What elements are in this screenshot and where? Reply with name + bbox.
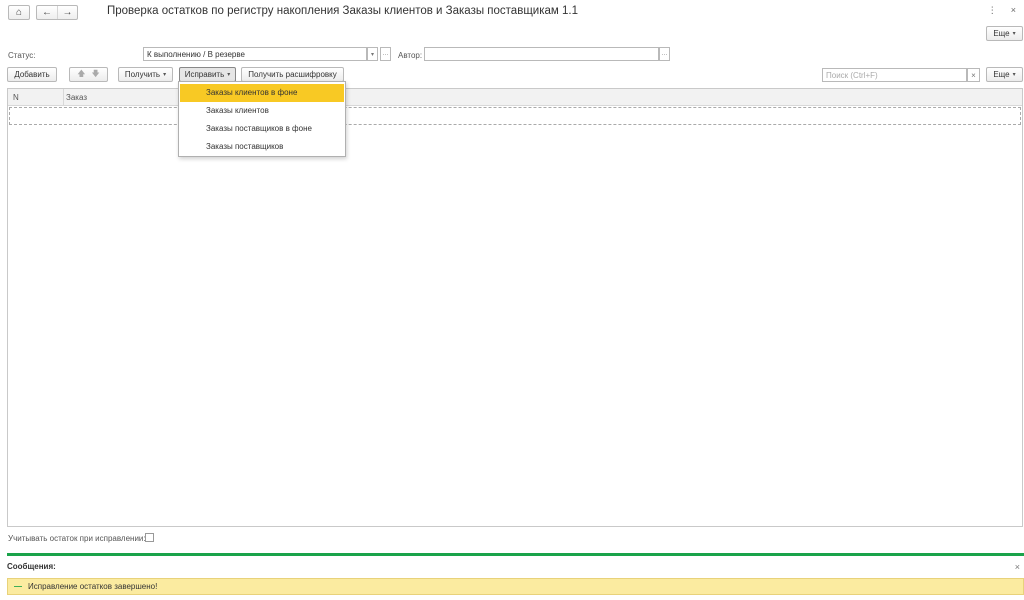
- message-text: Исправление остатков завершено!: [28, 582, 158, 591]
- message-marker-icon: —: [14, 582, 22, 591]
- close-icon[interactable]: ×: [1011, 5, 1016, 16]
- table-row[interactable]: [9, 107, 1021, 125]
- ellipsis-icon: …: [382, 51, 389, 57]
- fix-label: Исправить: [184, 70, 225, 79]
- status-field[interactable]: К выполнению / В резерве: [143, 47, 367, 61]
- chevron-down-icon: ▾: [163, 72, 167, 78]
- chevron-down-icon: ▾: [370, 51, 374, 58]
- window-controls: ⋮ ×: [988, 5, 1016, 16]
- search-input[interactable]: Поиск (Ctrl+F): [822, 68, 967, 82]
- author-select-button[interactable]: …: [659, 47, 670, 61]
- messages-divider: [7, 553, 1024, 556]
- author-label: Автор:: [398, 51, 423, 60]
- menu-item-customer-orders-background[interactable]: Заказы клиентов в фоне: [180, 84, 344, 102]
- chevron-down-icon: ▾: [1012, 31, 1016, 37]
- chevron-down-icon: ▾: [1012, 72, 1016, 78]
- get-button[interactable]: Получить ▾: [118, 67, 173, 82]
- get-label: Получить: [124, 70, 161, 79]
- search-clear-button[interactable]: ×: [967, 68, 980, 82]
- navigation-buttons: ← →: [36, 5, 78, 20]
- toolbar-more-button[interactable]: Еще ▾: [986, 67, 1023, 82]
- ellipsis-icon: …: [661, 51, 668, 57]
- clear-icon: ×: [971, 70, 976, 80]
- status-label: Статус:: [8, 51, 36, 60]
- column-header-order[interactable]: Заказ: [66, 93, 87, 102]
- back-icon[interactable]: ←: [37, 6, 57, 19]
- more-vert-icon[interactable]: ⋮: [988, 5, 997, 16]
- column-divider: [63, 89, 64, 106]
- page-title: Проверка остатков по регистру накопления…: [107, 5, 578, 17]
- fix-dropdown-menu: Заказы клиентов в фоне Заказы клиентов З…: [178, 81, 346, 157]
- author-field[interactable]: [424, 47, 659, 61]
- consider-balance-checkbox[interactable]: [145, 533, 154, 542]
- column-header-number[interactable]: N: [13, 93, 19, 102]
- move-up-icon[interactable]: 🡅: [77, 68, 85, 82]
- fix-button[interactable]: Исправить ▾: [179, 67, 236, 82]
- get-details-button[interactable]: Получить расшифровку: [241, 67, 344, 82]
- move-down-icon[interactable]: 🡇: [92, 68, 100, 82]
- message-item[interactable]: — Исправление остатков завершено!: [7, 578, 1024, 595]
- orders-table[interactable]: N Заказ: [7, 88, 1023, 527]
- add-button[interactable]: Добавить: [7, 67, 57, 82]
- toolbar-more-label: Еще: [993, 70, 1010, 79]
- chevron-down-icon: ▾: [227, 72, 231, 78]
- home-button[interactable]: ⌂: [8, 5, 30, 20]
- close-icon[interactable]: ×: [1015, 562, 1020, 572]
- menu-item-customer-orders[interactable]: Заказы клиентов: [180, 102, 344, 120]
- status-dropdown-button[interactable]: ▾: [367, 47, 378, 61]
- header-more-label: Еще: [993, 29, 1010, 38]
- home-icon: ⌂: [15, 7, 23, 18]
- messages-title: Сообщения:: [7, 562, 56, 571]
- header-more-button[interactable]: Еще ▾: [986, 26, 1023, 41]
- move-buttons: 🡅 🡇: [69, 67, 108, 82]
- forward-icon[interactable]: →: [57, 6, 77, 19]
- menu-item-supplier-orders-background[interactable]: Заказы поставщиков в фоне: [180, 120, 344, 138]
- table-header: N Заказ: [8, 89, 1022, 106]
- menu-item-supplier-orders[interactable]: Заказы поставщиков: [180, 138, 344, 156]
- consider-balance-label: Учитывать остаток при исправлении:: [8, 534, 146, 543]
- status-select-button[interactable]: …: [380, 47, 391, 61]
